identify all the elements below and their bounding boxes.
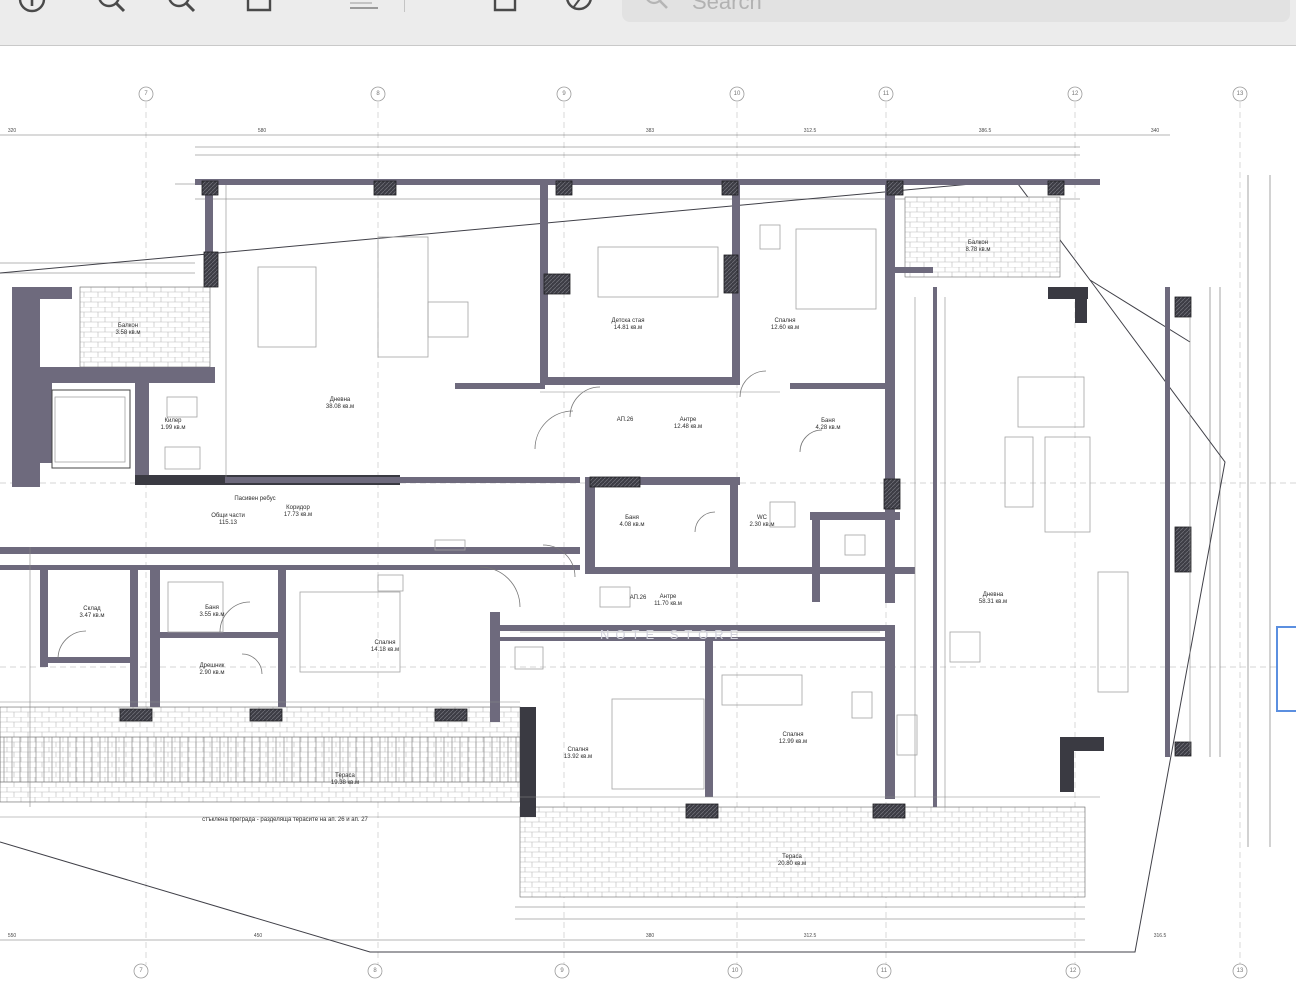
- room-label-storage: Склад 3.47 кв.м: [79, 606, 105, 619]
- room-label-child-room: Детска стая 14.81 кв.м: [611, 318, 645, 331]
- rotate-icon: [493, 0, 517, 12]
- dimension-label: 320: [7, 128, 17, 134]
- zoom-in-icon: [168, 0, 196, 13]
- dimension-label: 383: [645, 128, 655, 134]
- grid-axis-label: 7: [144, 91, 148, 97]
- grid-axis-label: 8: [373, 968, 377, 974]
- rotate-button[interactable]: [488, 0, 522, 16]
- room-label-bath-top: Баня 4.28 кв.м: [815, 418, 841, 431]
- search-box[interactable]: [622, 0, 1290, 22]
- room-label-dressing: Дрешник 2.90 кв.м: [199, 663, 225, 676]
- room-label-living-right: Дневна 58.31 кв.м: [978, 592, 1008, 605]
- zoom-in-button[interactable]: [164, 0, 198, 16]
- grid-axis-label: 11: [880, 968, 888, 974]
- dimension-label: 312.5: [803, 128, 817, 134]
- floor-plan: [0, 86, 1296, 979]
- room-label-bedroom-bottom-left: Спалня 14.18 кв.м: [370, 640, 400, 653]
- room-label-bedroom-top: Спалня 12.60 кв.м: [770, 318, 800, 331]
- room-label-common: Общи части 115.13: [211, 513, 245, 526]
- room-label-terrace-bottom: Тераса 20.80 кв.м: [777, 854, 807, 867]
- room-label-bath-mid: Баня 4.08 кв.м: [619, 515, 645, 528]
- dimension-label: 312.5: [803, 933, 817, 939]
- pen-icon: [350, 2, 378, 9]
- dimension-label: 340: [1150, 128, 1160, 134]
- dimension-label: 580: [257, 128, 267, 134]
- watermark: NOTE STORE: [600, 627, 745, 642]
- grid-axis-label: 13: [1236, 968, 1244, 974]
- grid-axis-label: 9: [560, 968, 564, 974]
- markup-button[interactable]: [346, 0, 380, 16]
- search-icon: [644, 0, 670, 17]
- dimension-label: 386.5: [978, 128, 992, 134]
- document-view[interactable]: 7 8 9 10 11 12 13 7 8 9 10 11 12 13 320 …: [0, 47, 1296, 1002]
- dimension-label: 380: [645, 933, 655, 939]
- search-input[interactable]: [692, 0, 1252, 22]
- apartment-label: АП.26: [616, 417, 634, 423]
- zoom-out-icon: [98, 0, 126, 13]
- elevator-note: Пасивен ребус: [234, 496, 276, 502]
- room-label-hall-bottom: Антре 11.70 кв.м: [654, 594, 682, 607]
- grid-axis-label: 11: [882, 91, 890, 97]
- annotate-button[interactable]: [562, 0, 596, 16]
- toolbar: [0, 0, 1296, 46]
- dimension-label: 316.5: [1153, 933, 1167, 939]
- info-circle-icon: [18, 0, 46, 13]
- room-label-hall-top: Антре 12.48 кв.м: [673, 417, 703, 430]
- grid-axis-label: 12: [1071, 91, 1079, 97]
- pencil-circle-icon: [566, 0, 592, 11]
- room-label-corridor: Коридор 17.73 кв.м: [283, 505, 313, 518]
- room-label-balcony-right: Балкон 8.78 кв.м: [965, 240, 991, 253]
- grid-axis-label: 13: [1236, 91, 1244, 97]
- room-label-living-left: Дневна 38.08 кв.м: [325, 397, 355, 410]
- toolbar-separator: [404, 0, 405, 12]
- share-button[interactable]: [242, 0, 276, 16]
- parapet-note: стъклена преграда - разделяща терасите н…: [202, 817, 368, 823]
- room-label-bath-bottom: Баня 3.55 кв.м: [199, 605, 225, 618]
- room-label-bedroom-bottom-mid: Спалня 13.92 кв.м: [563, 747, 593, 760]
- room-label-wc: Килер 1.99 кв.м: [160, 418, 186, 431]
- side-tab[interactable]: [1276, 626, 1296, 712]
- apartment-label: АП.26: [629, 595, 647, 601]
- dimension-label: 450: [253, 933, 263, 939]
- share-icon: [246, 0, 272, 12]
- dimension-label: 550: [7, 933, 17, 939]
- room-label-bedroom-bottom-right: Спалня 12.99 кв.м: [778, 732, 808, 745]
- info-button[interactable]: [15, 0, 49, 16]
- grid-axis-label: 7: [139, 968, 143, 974]
- grid-axis-label: 8: [376, 91, 380, 97]
- room-label-terrace-left: Тераса 19.38 кв.м: [330, 773, 360, 786]
- grid-axis-label: 12: [1069, 968, 1077, 974]
- grid-axis-label: 10: [733, 91, 741, 97]
- grid-axis-label: 10: [731, 968, 739, 974]
- room-label-wc-mid: WC 2.30 кв.м: [749, 515, 775, 528]
- room-label-balcony-left: Балкон 3.58 кв.м: [115, 323, 141, 336]
- grid-axis-label: 9: [562, 91, 566, 97]
- zoom-out-button[interactable]: [94, 0, 128, 16]
